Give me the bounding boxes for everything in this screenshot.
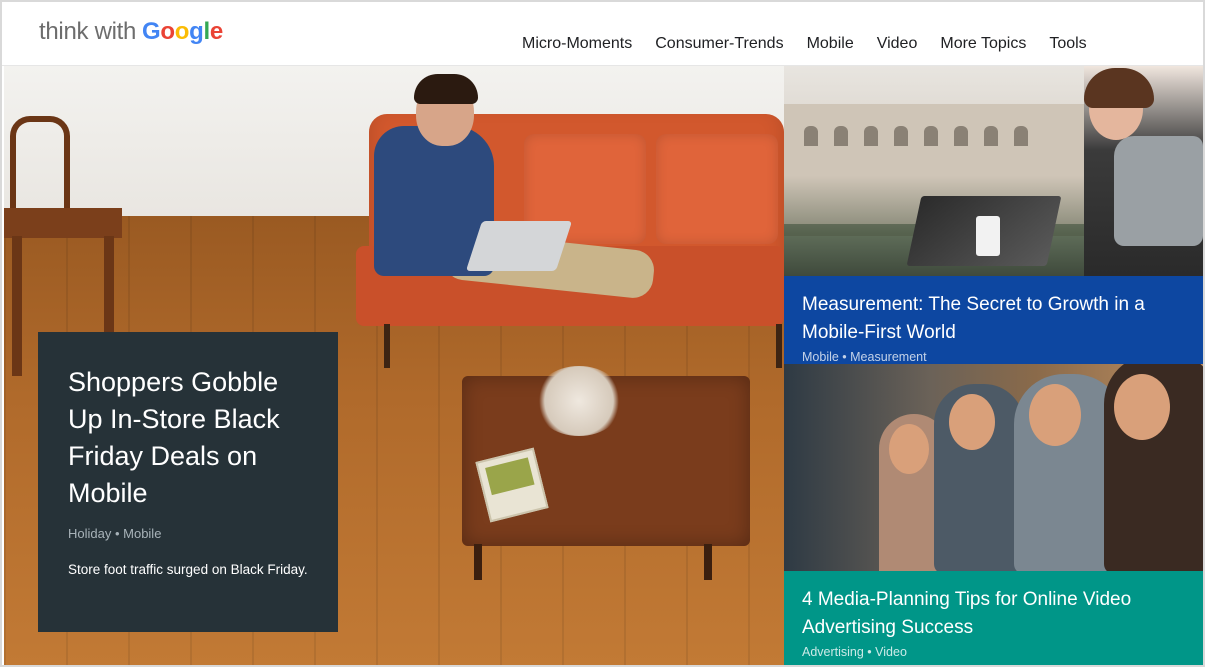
logo-letter: o: [174, 18, 190, 45]
building-window: [954, 126, 968, 146]
book-cover: [485, 457, 535, 496]
article-image: [784, 364, 1203, 571]
hero-title[interactable]: Shoppers Gobble Up In-Store Black Friday…: [68, 364, 308, 512]
logo-letter: g: [189, 18, 204, 45]
building-window: [834, 126, 848, 146]
table-leg: [474, 544, 482, 580]
hero-tags: Holiday • Mobile: [68, 526, 162, 541]
nav-consumer-trends[interactable]: Consumer-Trends: [655, 35, 783, 53]
google-wordmark: Google: [142, 18, 223, 46]
logo-letter: e: [209, 18, 223, 45]
site-header: think with Google Micro-Moments Consumer…: [2, 2, 1203, 66]
logo-letter: o: [160, 18, 175, 45]
table-leg: [704, 544, 712, 580]
nav-video[interactable]: Video: [877, 35, 918, 53]
building-window: [894, 126, 908, 146]
hero-feature[interactable]: Shoppers Gobble Up In-Store Black Friday…: [4, 66, 784, 665]
building-window: [924, 126, 938, 146]
article-column: Measurement: The Secret to Growth in a M…: [784, 66, 1203, 665]
article-image: [784, 66, 1203, 276]
nav-mobile[interactable]: Mobile: [807, 35, 854, 53]
nav-tools[interactable]: Tools: [1049, 35, 1086, 53]
flowers: [534, 366, 624, 436]
page-frame: think with Google Micro-Moments Consumer…: [0, 0, 1205, 667]
think-with-google-logo[interactable]: think with Google: [39, 18, 223, 46]
person-hair: [414, 74, 478, 104]
face: [1114, 374, 1170, 440]
sofa-leg: [384, 324, 390, 368]
nav-micro-moments[interactable]: Micro-Moments: [522, 35, 632, 53]
chair-leg: [12, 236, 22, 376]
face: [889, 424, 929, 474]
logo-letter: G: [142, 18, 161, 45]
face: [1029, 384, 1081, 446]
chair-back: [10, 116, 70, 216]
article-title[interactable]: Measurement: The Secret to Growth in a M…: [802, 291, 1185, 347]
building-window: [864, 126, 878, 146]
hero-card[interactable]: Shoppers Gobble Up In-Store Black Friday…: [38, 332, 338, 632]
laptop: [465, 221, 573, 271]
article-caption[interactable]: Measurement: The Secret to Growth in a M…: [784, 276, 1203, 364]
article-card[interactable]: Measurement: The Secret to Growth in a M…: [784, 66, 1203, 364]
face: [949, 394, 995, 450]
nav-more-topics[interactable]: More Topics: [940, 35, 1026, 53]
building-window: [804, 126, 818, 146]
coffee-cup: [976, 216, 1000, 256]
article-tags: Mobile • Measurement: [802, 350, 927, 364]
main-nav: Micro-Moments Consumer-Trends Mobile Vid…: [522, 35, 1110, 53]
article-caption[interactable]: 4 Media-Planning Tips for Online Video A…: [784, 571, 1203, 665]
hero-description: Store foot traffic surged on Black Frida…: [68, 562, 308, 577]
sofa-cushion: [656, 134, 778, 244]
article-title[interactable]: 4 Media-Planning Tips for Online Video A…: [802, 586, 1185, 642]
article-tags: Advertising • Video: [802, 645, 907, 659]
building-window: [984, 126, 998, 146]
scarf: [1114, 136, 1203, 246]
article-card[interactable]: 4 Media-Planning Tips for Online Video A…: [784, 364, 1203, 665]
building-window: [1014, 126, 1028, 146]
chair-seat: [4, 208, 122, 238]
logo-think-with: think with: [39, 18, 137, 45]
sofa-leg: [776, 324, 782, 368]
